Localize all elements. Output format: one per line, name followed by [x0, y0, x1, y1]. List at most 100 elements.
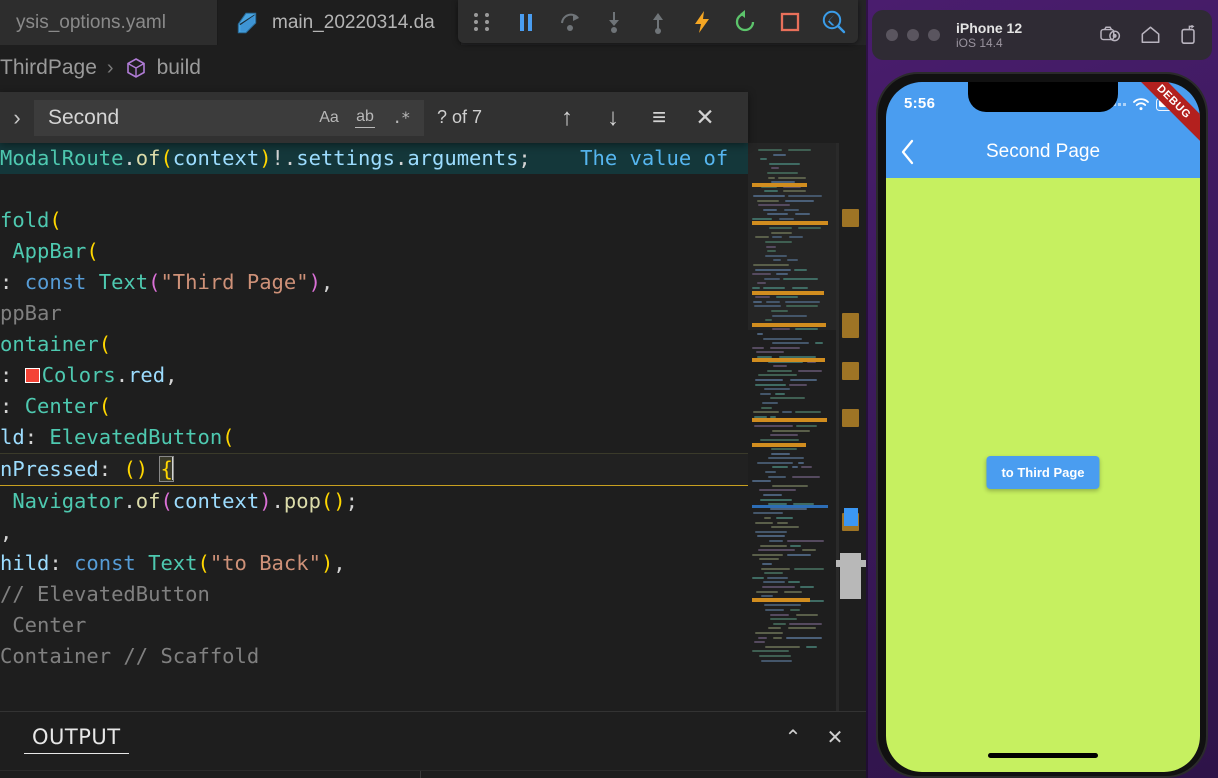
ruler-find-match-marker[interactable]	[842, 320, 859, 338]
code-token: ,	[0, 520, 13, 544]
code-token: (	[197, 551, 210, 575]
minimap-code-row	[755, 521, 773, 524]
code-line[interactable]: Center	[0, 610, 748, 641]
code-line[interactable]: Container // Scaffold	[0, 641, 748, 672]
minimap-code-row	[783, 277, 818, 280]
code-line[interactable]: ,	[0, 517, 748, 548]
minimap-code-row	[788, 627, 816, 630]
regex-icon[interactable]: .*	[384, 103, 418, 133]
minimap-code-row	[782, 411, 792, 414]
minimap-code-row	[788, 149, 811, 151]
minimap-code-row	[764, 572, 783, 575]
code-token: of	[135, 146, 161, 170]
minimap-code-row	[763, 337, 802, 340]
minimap-code-row	[767, 369, 792, 372]
minimap-cursor-line	[752, 505, 828, 508]
find-expand-toggle[interactable]: ›	[0, 92, 34, 143]
code-token: "to Back"	[209, 551, 321, 575]
minimap-code-row	[772, 314, 807, 317]
minimap-code-row	[785, 199, 814, 202]
find-previous-button[interactable]: ↑	[546, 98, 588, 138]
breadcrumb-item-class[interactable]: ThirdPage	[0, 56, 97, 80]
code-line[interactable]: Navigator.of(context).pop();	[0, 486, 748, 517]
code-line[interactable]: ModalRoute.of(context)!.settings.argumen…	[0, 143, 748, 174]
ruler-cursor-marker[interactable]	[844, 508, 858, 526]
hot-reload-icon[interactable]	[680, 0, 724, 43]
code-line[interactable]: ppBar	[0, 298, 748, 329]
code-line[interactable]: ld: ElevatedButton(	[0, 422, 748, 453]
code-line[interactable]: : Center(	[0, 391, 748, 422]
minimap-code-row	[789, 383, 807, 386]
breadcrumb-item-method[interactable]: build	[157, 56, 201, 80]
minimap-code-row	[768, 176, 775, 179]
minimap-code-row	[760, 544, 787, 547]
minimap-code-row	[756, 590, 778, 593]
pause-icon[interactable]	[504, 0, 548, 43]
code-line[interactable]: hild: const Text("to Back"),	[0, 548, 748, 579]
code-line[interactable]	[0, 174, 748, 205]
code-token: (	[160, 146, 173, 170]
code-line[interactable]: // ElevatedButton	[0, 579, 748, 610]
editor-tab-yaml[interactable]: ysis_options.yaml	[0, 0, 218, 45]
ruler-find-match-marker[interactable]	[842, 362, 859, 380]
editor-minimap[interactable]	[748, 143, 836, 711]
find-in-selection-button[interactable]: ≡	[638, 98, 680, 138]
simulator-title-bar: iPhone 12 iOS 14.4	[872, 10, 1212, 60]
step-over-icon[interactable]	[548, 0, 592, 43]
find-next-button[interactable]: ↓	[592, 98, 634, 138]
stop-icon[interactable]	[768, 0, 812, 43]
simulator-device-info: iPhone 12 iOS 14.4	[956, 20, 1022, 51]
code-line[interactable]: ontainer(	[0, 329, 748, 360]
code-line[interactable]: fold(	[0, 205, 748, 236]
maximize-window-button[interactable]	[928, 29, 940, 41]
hot-restart-icon[interactable]	[724, 0, 768, 43]
step-out-icon[interactable]	[636, 0, 680, 43]
code-line[interactable]: : const Text("Third Page"),	[0, 267, 748, 298]
minimap-code-row	[815, 342, 823, 345]
match-case-icon[interactable]: Aa	[312, 103, 346, 133]
to-third-page-button[interactable]: to Third Page	[986, 456, 1100, 489]
ios-simulator-window: iPhone 12 iOS 14.4 5:56 DEBUG Second Pag…	[866, 0, 1218, 778]
minimap-code-row	[770, 507, 807, 510]
step-into-icon[interactable]	[592, 0, 636, 43]
rotate-icon[interactable]	[1179, 25, 1198, 45]
home-icon[interactable]	[1140, 25, 1161, 45]
code-token: ,	[320, 270, 334, 294]
code-line[interactable]: nPressed: () {	[0, 453, 748, 486]
minimap-code-row	[758, 149, 782, 151]
minimap-code-row	[761, 406, 772, 409]
editor-scrollbar-handle[interactable]	[836, 560, 866, 567]
close-window-button[interactable]	[886, 29, 898, 41]
find-close-button[interactable]: ✕	[684, 98, 726, 138]
whole-word-icon[interactable]: ab	[348, 103, 382, 133]
code-token: )	[259, 489, 272, 513]
panel-tab-output[interactable]: OUTPUT	[24, 712, 129, 762]
code-token: red	[128, 363, 166, 387]
minimap-code-row	[794, 567, 824, 570]
window-traffic-lights[interactable]	[886, 29, 940, 41]
minimap-code-row	[795, 411, 821, 414]
flutter-inspector-icon[interactable]	[812, 0, 856, 43]
minimize-window-button[interactable]	[907, 29, 919, 41]
breadcrumb-separator: ›	[106, 56, 114, 79]
minimap-code-row	[764, 388, 790, 391]
find-input[interactable]: Second Aa ab .*	[34, 99, 424, 136]
ruler-find-match-marker[interactable]	[842, 209, 859, 227]
code-token: // ElevatedButton	[0, 582, 210, 606]
editor-tab-dart[interactable]: main_20220314.da	[218, 0, 461, 45]
simulator-screen[interactable]: 5:56 DEBUG Second Page to Third Page	[886, 82, 1200, 772]
screenshot-icon[interactable]	[1100, 25, 1122, 45]
panel-close-button[interactable]: ✕	[822, 725, 848, 750]
panel-collapse-button[interactable]: ⌃	[780, 725, 806, 750]
code-line[interactable]: : Colors.red,	[0, 360, 748, 391]
drag-handle-icon[interactable]	[460, 0, 504, 43]
editor-overview-ruler[interactable]	[836, 143, 866, 711]
minimap-code-row	[769, 162, 800, 165]
minimap-code-row	[789, 622, 822, 625]
code-editor-content[interactable]: ModalRoute.of(context)!.settings.argumen…	[0, 143, 748, 711]
code-line[interactable]: AppBar(	[0, 236, 748, 267]
minimap-code-row	[798, 227, 821, 230]
minimap-code-row	[761, 659, 792, 662]
ruler-find-match-marker[interactable]	[842, 409, 859, 427]
